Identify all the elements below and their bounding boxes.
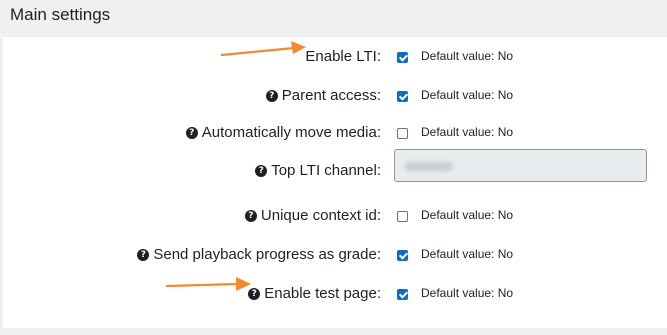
setting-label-automatically-move-media: ? Automatically move media: <box>185 121 381 145</box>
setting-row-top-lti-channel: ? Top LTI channel: <box>3 149 667 183</box>
question-circle-icon[interactable]: ? <box>185 127 198 139</box>
setting-label-top-lti-channel: ? Top LTI channel: <box>255 159 381 183</box>
setting-row-unique-context-id: ? Unique context id: Default value: No <box>3 204 667 228</box>
top-lti-channel-input[interactable] <box>394 149 647 182</box>
settings-page: Main settings Enable LTI: Default value:… <box>0 0 667 335</box>
setting-label-text: Enable LTI: <box>305 48 381 65</box>
default-value-text: Default value: No <box>421 125 514 139</box>
setting-label-parent-access: ? Parent access: <box>265 84 381 108</box>
question-circle-icon[interactable]: ? <box>255 165 268 177</box>
parent-access-checkbox[interactable] <box>397 91 408 102</box>
setting-row-automatically-move-media: ? Automatically move media: Default valu… <box>3 121 667 145</box>
question-circle-icon[interactable]: ? <box>244 210 257 222</box>
default-value-text: Default value: No <box>421 208 514 222</box>
section-title: Main settings <box>10 5 111 24</box>
setting-label-text: Send playback progress as grade: <box>153 246 381 263</box>
setting-label-text: Top LTI channel: <box>271 162 381 179</box>
settings-panel: Enable LTI: Default value: No ? Parent a… <box>3 37 667 328</box>
automatically-move-media-checkbox[interactable] <box>397 128 408 139</box>
setting-label-text: Automatically move media: <box>201 124 381 141</box>
setting-label-text: Enable test page: <box>264 285 381 302</box>
question-circle-icon[interactable]: ? <box>265 90 278 102</box>
setting-row-send-playback-progress: ? Send playback progress as grade: Defau… <box>3 243 667 267</box>
setting-row-parent-access: ? Parent access: Default value: No <box>3 84 667 108</box>
redacted-value <box>405 162 453 171</box>
enable-lti-checkbox[interactable] <box>397 52 408 63</box>
unique-context-id-checkbox[interactable] <box>397 211 408 222</box>
default-value-text: Default value: No <box>421 286 514 300</box>
send-playback-progress-checkbox[interactable] <box>397 250 408 261</box>
question-circle-icon[interactable]: ? <box>137 249 150 261</box>
orange-arrow-icon <box>220 41 306 57</box>
setting-label-send-playback-progress: ? Send playback progress as grade: <box>137 243 381 267</box>
setting-label-enable-test-page: ? Enable test page: <box>248 282 381 306</box>
setting-label-enable-lti: Enable LTI: <box>305 45 381 69</box>
default-value-text: Default value: No <box>421 49 514 63</box>
setting-label-text: Unique context id: <box>260 207 381 224</box>
orange-arrow-icon <box>165 277 251 291</box>
default-value-text: Default value: No <box>421 88 514 102</box>
setting-row-enable-lti: Enable LTI: Default value: No <box>3 45 667 69</box>
default-value-text: Default value: No <box>421 247 514 261</box>
setting-label-unique-context-id: ? Unique context id: <box>244 204 381 228</box>
setting-label-text: Parent access: <box>281 87 381 104</box>
setting-row-enable-test-page: ? Enable test page: Default value: No <box>3 282 667 306</box>
enable-test-page-checkbox[interactable] <box>397 289 408 300</box>
